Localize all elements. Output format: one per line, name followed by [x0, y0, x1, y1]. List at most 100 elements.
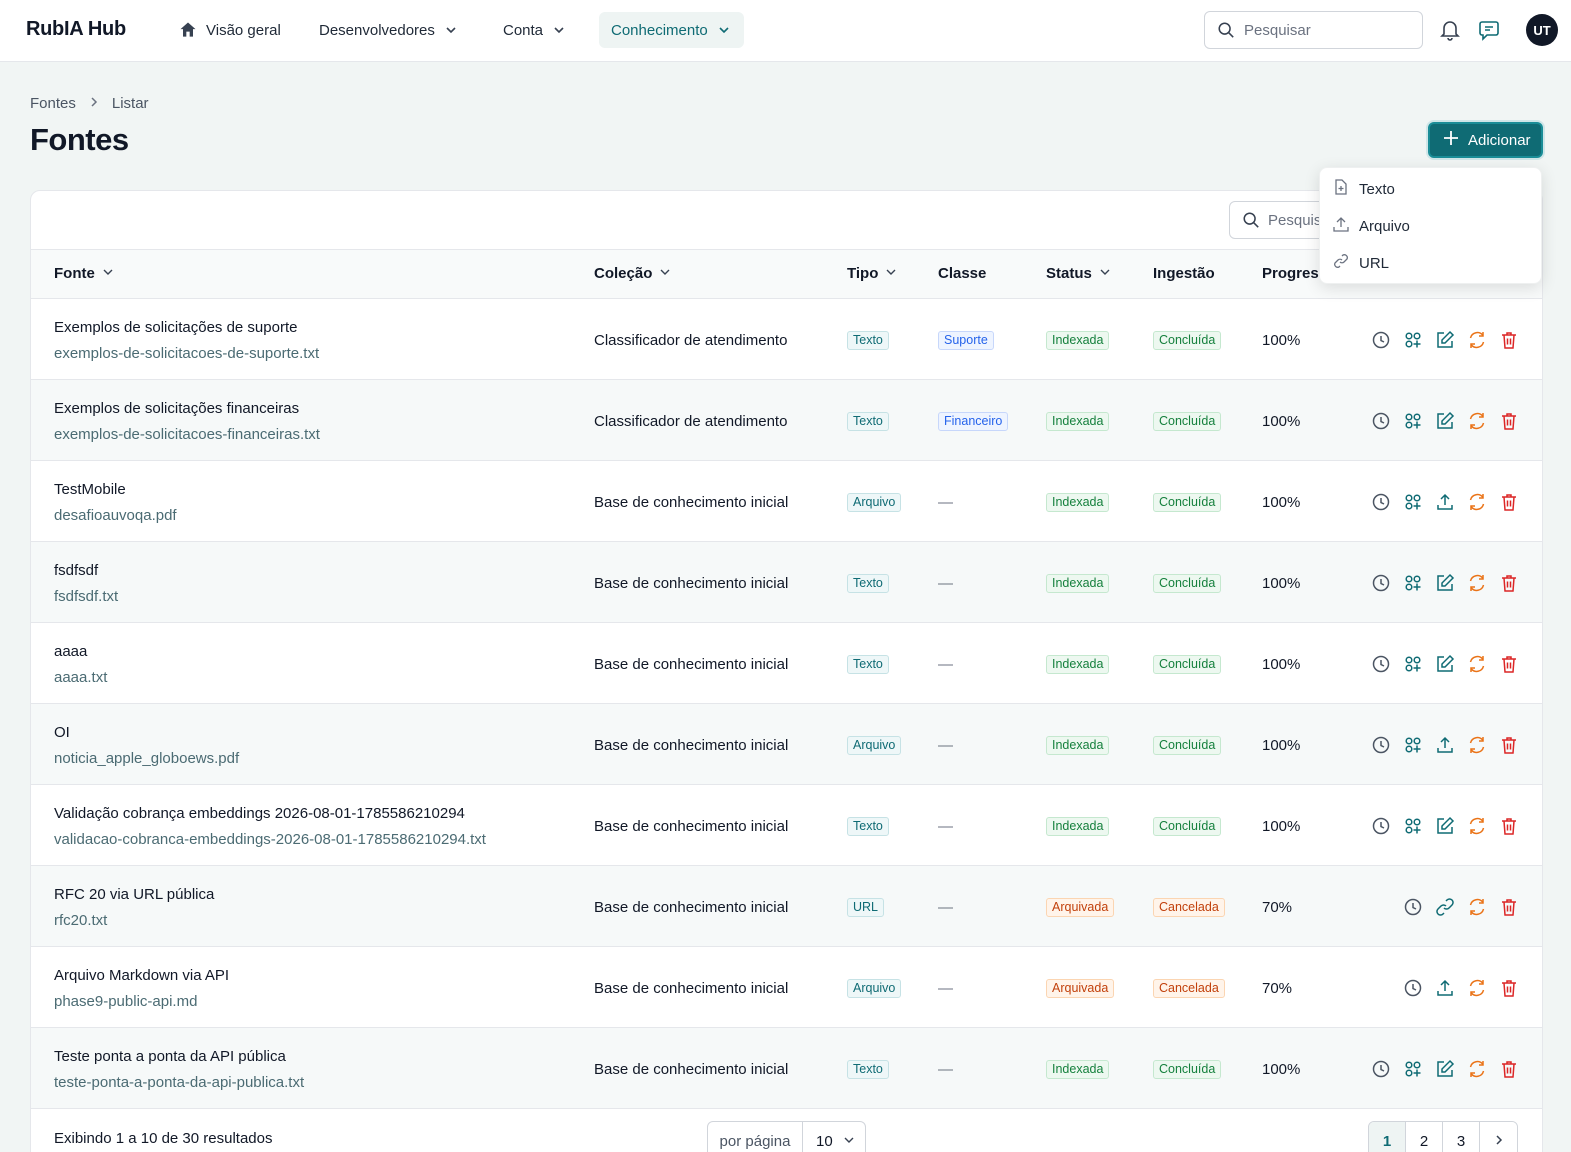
source-name[interactable]: TestMobile	[54, 481, 126, 498]
global-search-input[interactable]	[1244, 12, 1414, 48]
nav-developers[interactable]: Desenvolvedores	[307, 12, 471, 48]
col-header-colecao[interactable]: Coleção	[594, 265, 671, 282]
page-2[interactable]: 2	[1406, 1122, 1443, 1152]
col-header-fonte[interactable]: Fonte	[54, 265, 114, 282]
breadcrumb-root[interactable]: Fontes	[30, 95, 76, 112]
pagination: 1 2 3	[1368, 1121, 1518, 1152]
class-empty: —	[938, 494, 953, 511]
reprocess-action-icon[interactable]	[1467, 1059, 1487, 1082]
table-row[interactable]: RFC 20 via URL pública rfc20.txt Base de c…	[31, 866, 1542, 947]
global-search[interactable]	[1204, 11, 1423, 49]
table-row[interactable]: Exemplos de solicitações de suporte exemp…	[31, 299, 1542, 380]
per-page-select[interactable]: por página 10	[707, 1121, 866, 1152]
reprocess-action-icon[interactable]	[1467, 897, 1487, 920]
add-button[interactable]: Adicionar	[1428, 122, 1543, 158]
ingestion-badge: Concluída	[1153, 736, 1222, 755]
per-page-value-box[interactable]: 10	[803, 1122, 865, 1152]
history-action-icon[interactable]	[1371, 735, 1391, 758]
table-row[interactable]: fsdfsdf fsdfsdf.txt Base de conhecimento i…	[31, 542, 1542, 623]
col-header-status[interactable]: Status	[1046, 265, 1111, 282]
edit-action-icon[interactable]	[1435, 1059, 1455, 1082]
delete-action-icon[interactable]	[1499, 330, 1519, 353]
source-name[interactable]: Exemplos de solicitações financeiras	[54, 400, 299, 417]
chunks-action-icon[interactable]	[1403, 330, 1423, 353]
source-name[interactable]: Validação cobrança embeddings 2026-08-01…	[54, 805, 465, 822]
history-action-icon[interactable]	[1371, 816, 1391, 839]
upload-action-icon[interactable]	[1435, 492, 1455, 515]
source-name[interactable]: Exemplos de solicitações de suporte	[54, 319, 297, 336]
reprocess-action-icon[interactable]	[1467, 816, 1487, 839]
add-menu-item-text[interactable]: Texto	[1332, 174, 1395, 204]
add-menu-item-url[interactable]: URL	[1332, 248, 1389, 278]
edit-action-icon[interactable]	[1435, 573, 1455, 596]
reprocess-action-icon[interactable]	[1467, 735, 1487, 758]
reprocess-action-icon[interactable]	[1467, 411, 1487, 434]
delete-action-icon[interactable]	[1499, 573, 1519, 596]
next-page-button[interactable]	[1480, 1122, 1517, 1152]
avatar[interactable]: UT	[1526, 14, 1558, 46]
nav-knowledge[interactable]: Conhecimento	[599, 12, 744, 48]
delete-action-icon[interactable]	[1499, 978, 1519, 1001]
history-action-icon[interactable]	[1403, 978, 1423, 1001]
col-header-tipo[interactable]: Tipo	[847, 265, 897, 282]
delete-action-icon[interactable]	[1499, 1059, 1519, 1082]
table-row[interactable]: TestMobile desafioauvoqa.pdf Base de conhe…	[31, 461, 1542, 542]
history-action-icon[interactable]	[1371, 573, 1391, 596]
delete-action-icon[interactable]	[1499, 411, 1519, 434]
nav-overview[interactable]: Visão geral	[166, 12, 293, 48]
table-row[interactable]: OI noticia_apple_globoews.pdf Base de conh…	[31, 704, 1542, 785]
chunks-action-icon[interactable]	[1403, 735, 1423, 758]
delete-action-icon[interactable]	[1499, 735, 1519, 758]
chunks-action-icon[interactable]	[1403, 816, 1423, 839]
bell-icon[interactable]	[1440, 19, 1460, 44]
source-name[interactable]: fsdfsdf	[54, 562, 98, 579]
chat-icon[interactable]	[1478, 19, 1500, 44]
history-action-icon[interactable]	[1371, 492, 1391, 515]
reprocess-action-icon[interactable]	[1467, 492, 1487, 515]
history-action-icon[interactable]	[1371, 654, 1391, 677]
nav-account[interactable]: Conta	[491, 12, 579, 48]
source-file: fsdfsdf.txt	[54, 588, 119, 605]
history-action-icon[interactable]	[1371, 411, 1391, 434]
source-name[interactable]: RFC 20 via URL pública	[54, 886, 214, 903]
delete-action-icon[interactable]	[1499, 897, 1519, 920]
table-row[interactable]: Validação cobrança embeddings 2026-08-01…	[31, 785, 1542, 866]
chunks-action-icon[interactable]	[1403, 411, 1423, 434]
table-row[interactable]: Teste ponta a ponta da API pública teste-…	[31, 1028, 1542, 1109]
source-name[interactable]: aaaa	[54, 643, 87, 660]
edit-action-icon[interactable]	[1435, 816, 1455, 839]
reprocess-action-icon[interactable]	[1467, 978, 1487, 1001]
edit-action-icon[interactable]	[1435, 330, 1455, 353]
table-row[interactable]: aaaa aaaa.txt Base de conhecimento inicial…	[31, 623, 1542, 704]
history-action-icon[interactable]	[1403, 897, 1423, 920]
chunks-action-icon[interactable]	[1403, 654, 1423, 677]
chunks-action-icon[interactable]	[1403, 492, 1423, 515]
progress-value: 100%	[1262, 494, 1301, 511]
delete-action-icon[interactable]	[1499, 816, 1519, 839]
delete-action-icon[interactable]	[1499, 492, 1519, 515]
page-3[interactable]: 3	[1443, 1122, 1480, 1152]
delete-action-icon[interactable]	[1499, 654, 1519, 677]
source-name[interactable]: OI	[54, 724, 70, 741]
reprocess-action-icon[interactable]	[1467, 573, 1487, 596]
table-row[interactable]: Arquivo Markdown via API phase9-public-ap…	[31, 947, 1542, 1028]
source-name[interactable]: Teste ponta a ponta da API pública	[54, 1048, 286, 1065]
progress-value: 100%	[1262, 818, 1301, 835]
table-row[interactable]: Exemplos de solicitações financeiras exem…	[31, 380, 1542, 461]
type-badge: Texto	[847, 655, 889, 674]
link-action-icon[interactable]	[1435, 897, 1455, 920]
reprocess-action-icon[interactable]	[1467, 654, 1487, 677]
page-1[interactable]: 1	[1369, 1122, 1406, 1152]
add-menu-item-file[interactable]: Arquivo	[1332, 211, 1410, 241]
chunks-action-icon[interactable]	[1403, 1059, 1423, 1082]
upload-action-icon[interactable]	[1435, 735, 1455, 758]
app-logo[interactable]: RubIA Hub	[26, 18, 126, 41]
reprocess-action-icon[interactable]	[1467, 330, 1487, 353]
history-action-icon[interactable]	[1371, 330, 1391, 353]
chunks-action-icon[interactable]	[1403, 573, 1423, 596]
history-action-icon[interactable]	[1371, 1059, 1391, 1082]
edit-action-icon[interactable]	[1435, 654, 1455, 677]
source-name[interactable]: Arquivo Markdown via API	[54, 967, 229, 984]
upload-action-icon[interactable]	[1435, 978, 1455, 1001]
edit-action-icon[interactable]	[1435, 411, 1455, 434]
